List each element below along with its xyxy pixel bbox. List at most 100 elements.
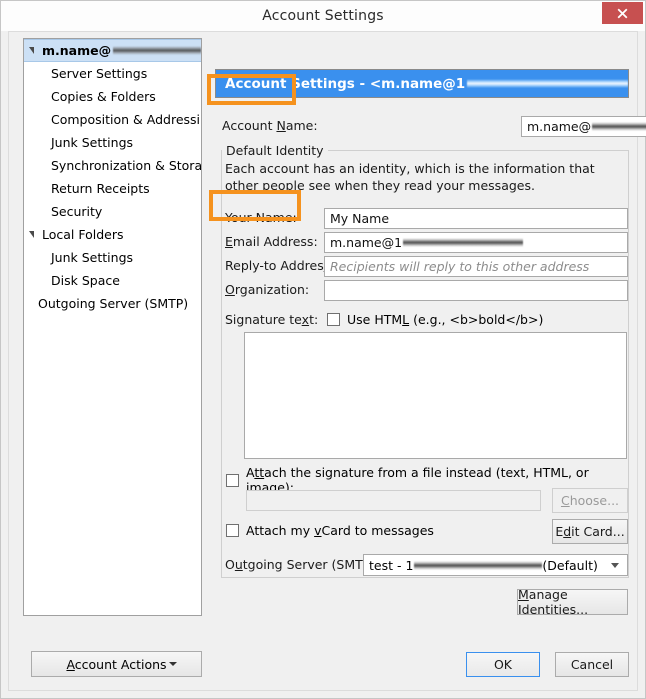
expand-triangle-icon[interactable]	[28, 229, 39, 240]
account-name-label: Account Name:	[222, 118, 318, 133]
tree-item-label: Return Receipts	[51, 181, 150, 196]
label-post: (e.g., <b>bold</b>)	[409, 312, 544, 327]
attach-vcard-checkbox[interactable]	[226, 524, 239, 537]
redacted-text	[467, 79, 628, 88]
panel-header-text: Account Settings - <m.name@1	[225, 75, 466, 92]
email-address-input[interactable]: m.name@1	[324, 232, 628, 253]
edit-card-label: Edit Card...	[555, 524, 624, 539]
attach-vcard-label: Attach my vCard to messages	[246, 523, 434, 538]
content-panel: Account Settings - <m.name@1 Account Nam…	[214, 38, 646, 617]
chevron-down-icon	[611, 563, 619, 568]
outgoing-server-select[interactable]: test - 1 (Default)	[363, 554, 628, 576]
tree-item-local-junk-settings[interactable]: Junk Settings	[24, 246, 201, 269]
ok-button[interactable]: OK	[466, 652, 540, 677]
cancel-button[interactable]: Cancel	[555, 652, 629, 677]
accel-char: x	[301, 312, 310, 327]
reply-to-placeholder: Recipients will reply to this other addr…	[330, 259, 590, 274]
tree-item-disk-space[interactable]: Disk Space	[24, 269, 201, 292]
signature-file-path-input[interactable]	[246, 490, 541, 511]
accel-char: tt	[254, 465, 265, 480]
manage-identities-label: Manage Identities...	[518, 587, 627, 617]
outgoing-server-value-prefix: test - 1	[369, 557, 414, 573]
tree-item-label: Junk Settings	[51, 250, 134, 265]
edit-card-button[interactable]: Edit Card...	[552, 519, 628, 544]
use-html-label: Use HTML (e.g., <b>bold</b>)	[347, 312, 543, 327]
accel-char: u	[234, 557, 243, 572]
reply-to-label: Reply-to Address:	[225, 258, 334, 273]
outgoing-server-value-suffix: (Default)	[542, 557, 598, 573]
accel-char: d	[563, 524, 572, 539]
label-post: t:	[309, 312, 319, 327]
attach-vcard-row[interactable]: Attach my vCard to messages	[226, 523, 434, 538]
use-html-checkbox[interactable]	[327, 313, 340, 326]
organization-label: Organization:	[225, 282, 309, 297]
label-post: it Card...	[571, 524, 625, 539]
redacted-text	[592, 122, 646, 131]
tree-item-label: m.name@	[42, 43, 112, 58]
accel-char: O	[225, 282, 235, 297]
tree-item-return-receipts[interactable]: Return Receipts	[24, 177, 201, 200]
attach-signature-file-checkbox[interactable]	[226, 473, 239, 487]
tree-item-account[interactable]: m.name@	[24, 39, 201, 62]
default-identity-description: Each account has an identity, which is t…	[225, 161, 595, 193]
account-name-row: Account Name:	[222, 118, 318, 133]
tree-item-local-folders[interactable]: Local Folders	[24, 223, 201, 246]
title-bar: Account Settings	[1, 1, 645, 31]
accel-char: v	[314, 523, 322, 538]
tree-item-label: Server Settings	[51, 66, 148, 81]
tree-item-security[interactable]: Security	[24, 200, 201, 223]
tree-item-server-settings[interactable]: Server Settings	[24, 62, 201, 85]
tree-item-junk-settings[interactable]: Junk Settings	[24, 131, 201, 154]
tree-item-label: Disk Space	[51, 273, 120, 288]
choose-button[interactable]: Choose...	[552, 488, 628, 513]
account-actions-button[interactable]: Account Actions	[31, 651, 202, 677]
accel-char: A	[66, 656, 75, 672]
window-title: Account Settings	[262, 8, 384, 24]
tree-item-synchronization-storage[interactable]: Synchronization & Storage	[24, 154, 201, 177]
outgoing-server-label: Outgoing Server (SMTP):	[225, 557, 379, 572]
signature-text-row: Signature text:	[225, 312, 318, 327]
redacted-text	[414, 560, 543, 570]
reply-to-input[interactable]: Recipients will reply to this other addr…	[324, 256, 628, 277]
tree-item-label: Junk Settings	[51, 135, 134, 150]
panel-header: Account Settings - <m.name@1	[215, 69, 629, 98]
use-html-row[interactable]: Use HTML (e.g., <b>bold</b>)	[327, 312, 543, 327]
signature-textarea[interactable]	[244, 332, 627, 459]
account-actions-label: Account Actions	[66, 657, 166, 672]
tree-item-label: Security	[51, 204, 103, 219]
label-post: rganization:	[234, 282, 310, 297]
account-name-value: m.name@	[527, 119, 592, 134]
choose-label: Choose...	[561, 493, 619, 508]
tree-item-composition-addressing[interactable]: Composition & Addressing	[24, 108, 201, 131]
signature-text-label: Signature text:	[225, 312, 318, 327]
dialog-body: m.name@ Server Settings Copies & Folders…	[8, 31, 646, 691]
manage-identities-button[interactable]: Manage Identities...	[517, 587, 628, 617]
chevron-down-icon	[169, 662, 177, 666]
label-pre: Attach my	[246, 523, 315, 538]
tree-item-label: Outgoing Server (SMTP)	[38, 296, 189, 311]
label-pre: Use HTM	[347, 312, 403, 327]
expand-triangle-icon[interactable]	[28, 45, 39, 56]
label-pre: Reply-to Addres	[225, 258, 324, 273]
close-icon	[617, 8, 628, 18]
organization-input[interactable]	[324, 280, 628, 301]
email-address-row: Email Address:	[225, 234, 318, 249]
label-pre: O	[225, 557, 235, 572]
outgoing-server-row: Outgoing Server (SMTP):	[225, 557, 379, 572]
organization-row: Organization:	[225, 282, 309, 297]
tree-item-copies-folders[interactable]: Copies & Folders	[24, 85, 201, 108]
label-post: mail Address:	[232, 234, 318, 249]
your-name-row: Your Name:	[225, 210, 297, 225]
tree-item-outgoing-server-smtp[interactable]: Outgoing Server (SMTP)	[24, 292, 201, 315]
redacted-text	[403, 238, 524, 247]
account-settings-window: Account Settings m.name@ Server Settings…	[0, 0, 646, 699]
label-post: Card to messages	[321, 523, 434, 538]
label-post: tgoing Server (SMTP):	[242, 557, 380, 572]
your-name-input[interactable]: My Name	[324, 208, 628, 229]
account-name-input[interactable]: m.name@	[521, 116, 646, 137]
accounts-tree[interactable]: m.name@ Server Settings Copies & Folders…	[23, 38, 202, 616]
tree-item-label: Synchronization & Storage	[51, 158, 202, 173]
close-button[interactable]	[602, 2, 643, 24]
reply-to-row: Reply-to Address:	[225, 258, 334, 273]
accel-char: N	[276, 118, 286, 133]
